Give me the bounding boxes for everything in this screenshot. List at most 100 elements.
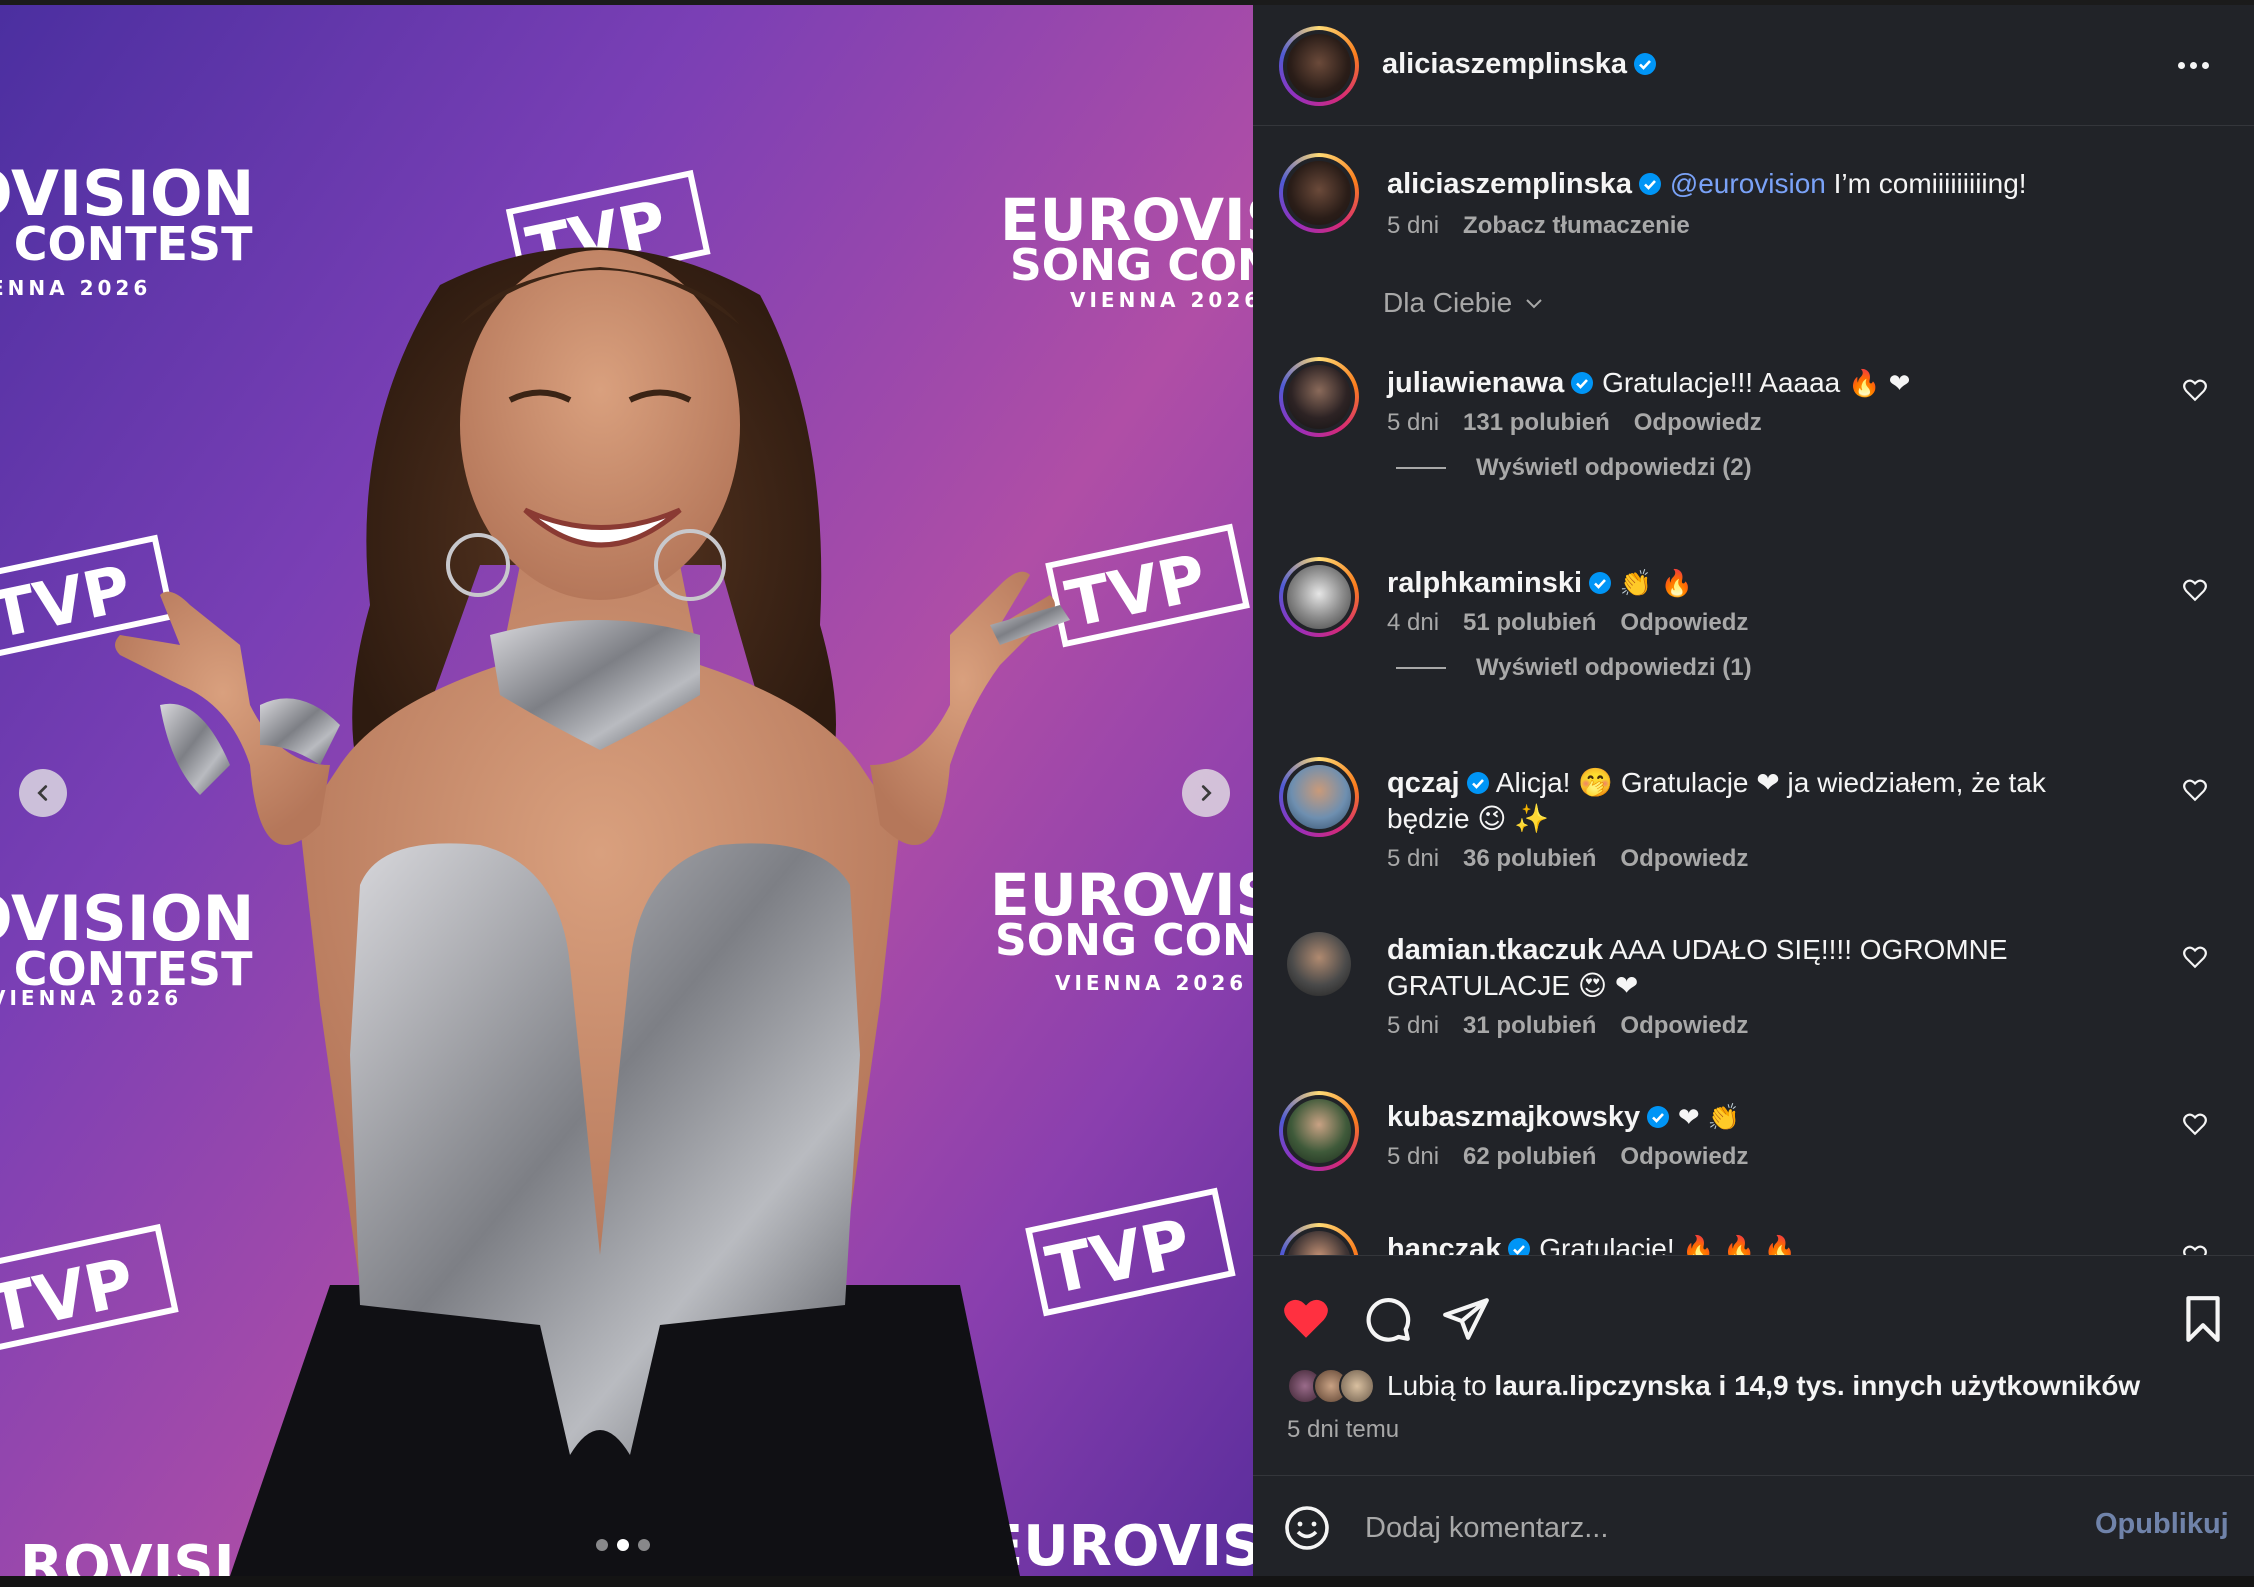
comment-likes-count[interactable]: 31 polubień	[1463, 1012, 1596, 1040]
comment-likes-count[interactable]: 51 polubień	[1463, 609, 1596, 637]
like-comment-heart-icon[interactable]	[2182, 577, 2208, 603]
like-comment-heart-icon[interactable]	[2182, 944, 2208, 970]
tvp-logo-left: TVP	[0, 534, 176, 659]
share-icon[interactable]	[1441, 1294, 1491, 1344]
caption-avatar[interactable]	[1279, 153, 1359, 233]
like-comment-heart-icon[interactable]	[2182, 777, 2208, 803]
caption-username[interactable]: aliciaszemplinska	[1387, 168, 1632, 200]
caption-body: I’m comiiiiiiiiing!	[1833, 168, 2027, 199]
svg-text:ENNA 2026: ENNA 2026	[0, 276, 151, 300]
comment-likes-count[interactable]: 36 polubień	[1463, 845, 1596, 873]
liker-avatar	[1339, 1368, 1375, 1404]
comment-emoji: 🔥 🔥 🔥	[1682, 1235, 1797, 1255]
commenter-avatar[interactable]	[1279, 357, 1359, 437]
reply-button[interactable]: Odpowiedz	[1634, 409, 1762, 437]
commenter-avatar[interactable]	[1279, 924, 1359, 1004]
comment-emoji: 👏 🔥	[1619, 569, 1693, 599]
reply-button[interactable]: Odpowiedz	[1620, 845, 1748, 873]
comment-time[interactable]: 5 dni	[1387, 1143, 1439, 1171]
reply-button[interactable]: Odpowiedz	[1620, 609, 1748, 637]
like-comment-heart-icon[interactable]	[2182, 377, 2208, 403]
comment-body: Gratulacje!	[1539, 1233, 1675, 1255]
comment-time[interactable]: 5 dni	[1387, 845, 1439, 873]
post-photo: OVISION G CONTEST ENNA 2026 TVP OVISION …	[0, 157, 1253, 1576]
carousel-dot-3	[638, 1539, 650, 1551]
commenter-avatar[interactable]	[1279, 757, 1359, 837]
likes-others-count[interactable]: i 14,9 tys. innych użytkowników	[1719, 1370, 2141, 1401]
comment-time[interactable]: 5 dni	[1387, 409, 1439, 437]
comment-body-line2: GRATULACJE 😍 ❤	[1387, 970, 1639, 1001]
comment-likes-count[interactable]: 131 polubień	[1463, 409, 1610, 437]
more-dot-icon	[2178, 61, 2185, 69]
like-comment-heart-icon[interactable]	[2182, 1243, 2208, 1255]
reply-button[interactable]: Odpowiedz	[1620, 1143, 1748, 1171]
view-replies-label: Wyświetl odpowiedzi (1)	[1476, 654, 1752, 681]
commenter-username[interactable]: juliawienawa	[1387, 367, 1564, 399]
comment-emoji: ❤ 👏	[1677, 1103, 1741, 1133]
liked-heart-icon[interactable]	[1281, 1294, 1331, 1344]
comment-input[interactable]	[1365, 1508, 1985, 1548]
comment-icon[interactable]	[1363, 1294, 1413, 1344]
author-avatar[interactable]	[1279, 26, 1359, 106]
caption-text: aliciaszemplinska @eurovision I’m comiii…	[1387, 166, 2214, 202]
comment-time[interactable]: 4 dni	[1387, 609, 1439, 637]
likes-summary[interactable]: Lubią to laura.lipczynska i 14,9 tys. in…	[1287, 1368, 2140, 1404]
commenter-username[interactable]: hanczak	[1387, 1233, 1501, 1255]
verified-badge-icon	[1571, 372, 1594, 394]
author-username[interactable]: aliciaszemplinska	[1382, 48, 1627, 80]
bookmark-icon[interactable]	[2178, 1294, 2228, 1344]
carousel-dot-1	[596, 1539, 608, 1551]
comments-filter-dropdown[interactable]: Dla Ciebie	[1383, 287, 1546, 319]
next-photo-button[interactable]	[1182, 769, 1230, 817]
comment-body: Alicja! 🤭 Gratulacje ❤ ja wiedziałem, że…	[1495, 767, 2046, 798]
backdrop-logo-right-mid: EUROVISION SONG CONTEST VIENNA 2026	[990, 861, 1253, 995]
chevron-down-icon	[1526, 299, 1542, 309]
post-time[interactable]: 5 dni temu	[1287, 1416, 1399, 1444]
person	[115, 247, 1070, 1576]
replies-line	[1396, 667, 1446, 669]
commenter-avatar[interactable]	[1279, 1091, 1359, 1171]
caption-mention-link[interactable]: @eurovision	[1670, 168, 1826, 199]
replies-line	[1396, 467, 1446, 469]
verified-badge-icon	[1634, 53, 1657, 75]
svg-text:TVP: TVP	[1040, 1204, 1197, 1309]
post-header: aliciaszemplinska	[1253, 5, 2254, 126]
comment-body: AAA UDAŁO SIĘ!!!! OGROMNE	[1609, 934, 2008, 965]
verified-badge-icon	[1589, 572, 1612, 594]
liker-username[interactable]: laura.lipczynska	[1494, 1370, 1710, 1401]
caption-time[interactable]: 5 dni	[1387, 212, 1439, 240]
commenter-username[interactable]: ralphkaminski	[1387, 567, 1582, 599]
view-replies-button[interactable]: Wyświetl odpowiedzi (2)	[1396, 454, 1752, 482]
commenter-avatar[interactable]	[1279, 557, 1359, 637]
comment-text: ralphkaminski 👏 🔥	[1387, 565, 2134, 602]
like-comment-heart-icon[interactable]	[2182, 1111, 2208, 1137]
comment-meta: 5 dni 31 polubień Odpowiedz	[1387, 1012, 1748, 1040]
verified-badge-icon	[1639, 173, 1662, 195]
view-replies-label: Wyświetl odpowiedzi (2)	[1476, 454, 1752, 481]
more-options-button[interactable]	[2178, 53, 2218, 77]
backdrop-logo-right-top: EUROVISIO SONG CONTES VIENNA 2026	[1000, 186, 1253, 312]
previous-photo-button[interactable]	[19, 769, 67, 817]
post-actions: Lubią to laura.lipczynska i 14,9 tys. in…	[1253, 1255, 2254, 1475]
backdrop-logo-left-mid: OVISION G CONTEST VIENNA 2026	[0, 882, 254, 1010]
commenter-username[interactable]: damian.tkaczuk	[1387, 934, 1603, 966]
comments-list[interactable]: aliciaszemplinska @eurovision I’m comiii…	[1253, 127, 2254, 1255]
view-replies-button[interactable]: Wyświetl odpowiedzi (1)	[1396, 654, 1752, 682]
publish-comment-button[interactable]: Opublikuj	[2095, 1508, 2229, 1541]
author-name-header[interactable]: aliciaszemplinska	[1382, 47, 1657, 81]
emoji-icon[interactable]	[1283, 1504, 1331, 1552]
carousel-dots	[596, 1539, 650, 1551]
comment-text: kubaszmajkowsky ❤ 👏	[1387, 1099, 2134, 1136]
commenter-avatar[interactable]	[1279, 1223, 1359, 1255]
chevron-left-icon	[37, 785, 48, 801]
comment-text: damian.tkaczuk AAA UDAŁO SIĘ!!!! OGROMNE…	[1387, 932, 2134, 1004]
commenter-username[interactable]: kubaszmajkowsky	[1387, 1101, 1640, 1133]
comment-time[interactable]: 5 dni	[1387, 1012, 1439, 1040]
commenter-username[interactable]: qczaj	[1387, 767, 1460, 799]
see-translation-button[interactable]: Zobacz tłumaczenie	[1463, 212, 1690, 240]
post-media[interactable]: OVISION G CONTEST ENNA 2026 TVP OVISION …	[0, 5, 1253, 1576]
comment-likes-count[interactable]: 62 polubień	[1463, 1143, 1596, 1171]
reply-button[interactable]: Odpowiedz	[1620, 1012, 1748, 1040]
verified-badge-icon	[1647, 1106, 1670, 1128]
likers-avatars	[1287, 1368, 1375, 1404]
